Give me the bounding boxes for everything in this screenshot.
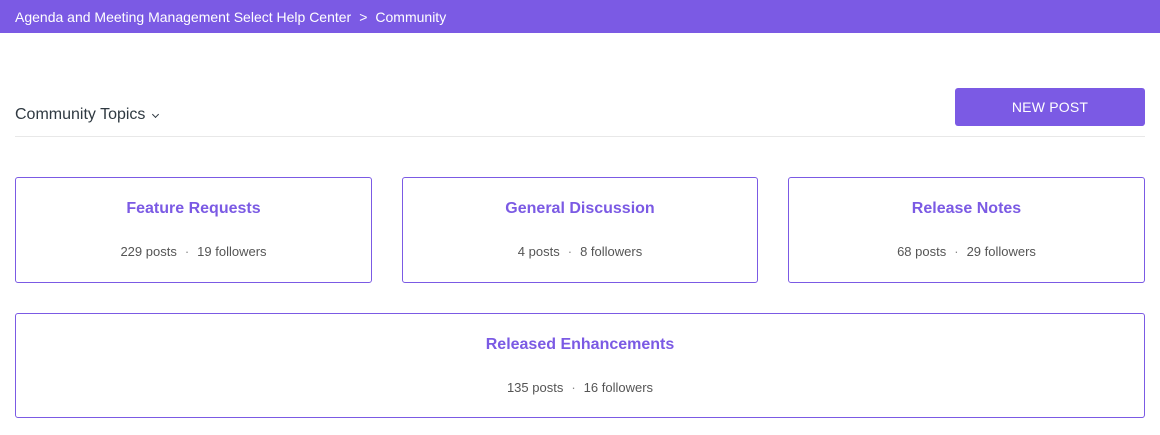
community-topics-label: Community Topics: [15, 106, 146, 123]
topic-card-feature-requests[interactable]: Feature Requests 229 posts · 19 follower…: [15, 177, 372, 283]
meta-separator: ·: [954, 244, 959, 259]
breadcrumb: Agenda and Meeting Management Select Hel…: [0, 0, 1160, 33]
topic-follower-count: 16 followers: [583, 380, 654, 395]
community-topics-dropdown[interactable]: Community Topics: [15, 106, 160, 124]
topic-follower-count: 8 followers: [580, 244, 643, 259]
topic-post-count: 68 posts: [897, 244, 947, 259]
topic-title[interactable]: Feature Requests: [16, 200, 371, 218]
topic-card-released-enhancements[interactable]: Released Enhancements 135 posts · 16 fol…: [15, 313, 1145, 418]
topic-card-general-discussion[interactable]: General Discussion 4 posts · 8 followers: [402, 177, 758, 283]
topic-meta: 68 posts · 29 followers: [789, 244, 1144, 259]
topic-title[interactable]: General Discussion: [403, 200, 757, 218]
topic-card-release-notes[interactable]: Release Notes 68 posts · 29 followers: [788, 177, 1145, 283]
topic-post-count: 229 posts: [120, 244, 177, 259]
meta-separator: ·: [184, 244, 190, 259]
breadcrumb-separator: >: [359, 8, 368, 25]
chevron-down-icon: [152, 110, 160, 118]
meta-separator: ·: [571, 380, 576, 395]
topic-follower-count: 29 followers: [966, 244, 1036, 259]
breadcrumb-home-link[interactable]: Agenda and Meeting Management Select Hel…: [15, 9, 351, 25]
topic-title[interactable]: Release Notes: [789, 200, 1144, 218]
topic-follower-count: 19 followers: [197, 244, 267, 259]
breadcrumb-current-link[interactable]: Community: [375, 9, 446, 25]
topic-post-count: 135 posts: [506, 380, 564, 395]
topic-meta: 4 posts · 8 followers: [403, 244, 757, 259]
new-post-button[interactable]: NEW POST: [955, 88, 1145, 126]
topic-post-count: 4 posts: [517, 244, 560, 259]
meta-separator: ·: [567, 244, 573, 259]
topic-title[interactable]: Released Enhancements: [16, 336, 1144, 354]
topics-header: Community Topics NEW POST: [15, 88, 1145, 137]
topic-meta: 135 posts · 16 followers: [16, 380, 1144, 395]
topic-meta: 229 posts · 19 followers: [16, 244, 371, 259]
